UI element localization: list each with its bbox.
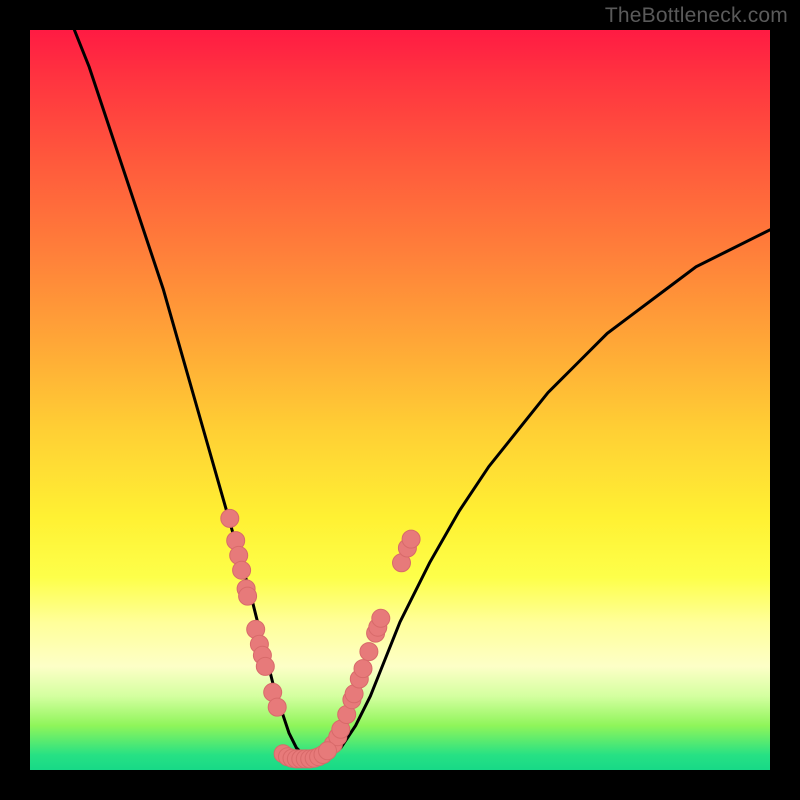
data-marker	[319, 742, 337, 760]
data-marker	[354, 660, 372, 678]
plot-area	[30, 30, 770, 770]
data-markers	[221, 509, 420, 768]
data-marker	[372, 609, 390, 627]
data-marker	[239, 587, 257, 605]
data-marker	[221, 509, 239, 527]
watermark-text: TheBottleneck.com	[605, 4, 788, 28]
data-marker	[256, 657, 274, 675]
curve-svg	[30, 30, 770, 770]
bottleneck-curve	[74, 30, 770, 755]
chart-frame: TheBottleneck.com	[0, 0, 800, 800]
curve-path	[74, 30, 770, 755]
data-marker	[402, 530, 420, 548]
data-marker	[233, 561, 251, 579]
data-marker	[268, 698, 286, 716]
data-marker	[360, 643, 378, 661]
